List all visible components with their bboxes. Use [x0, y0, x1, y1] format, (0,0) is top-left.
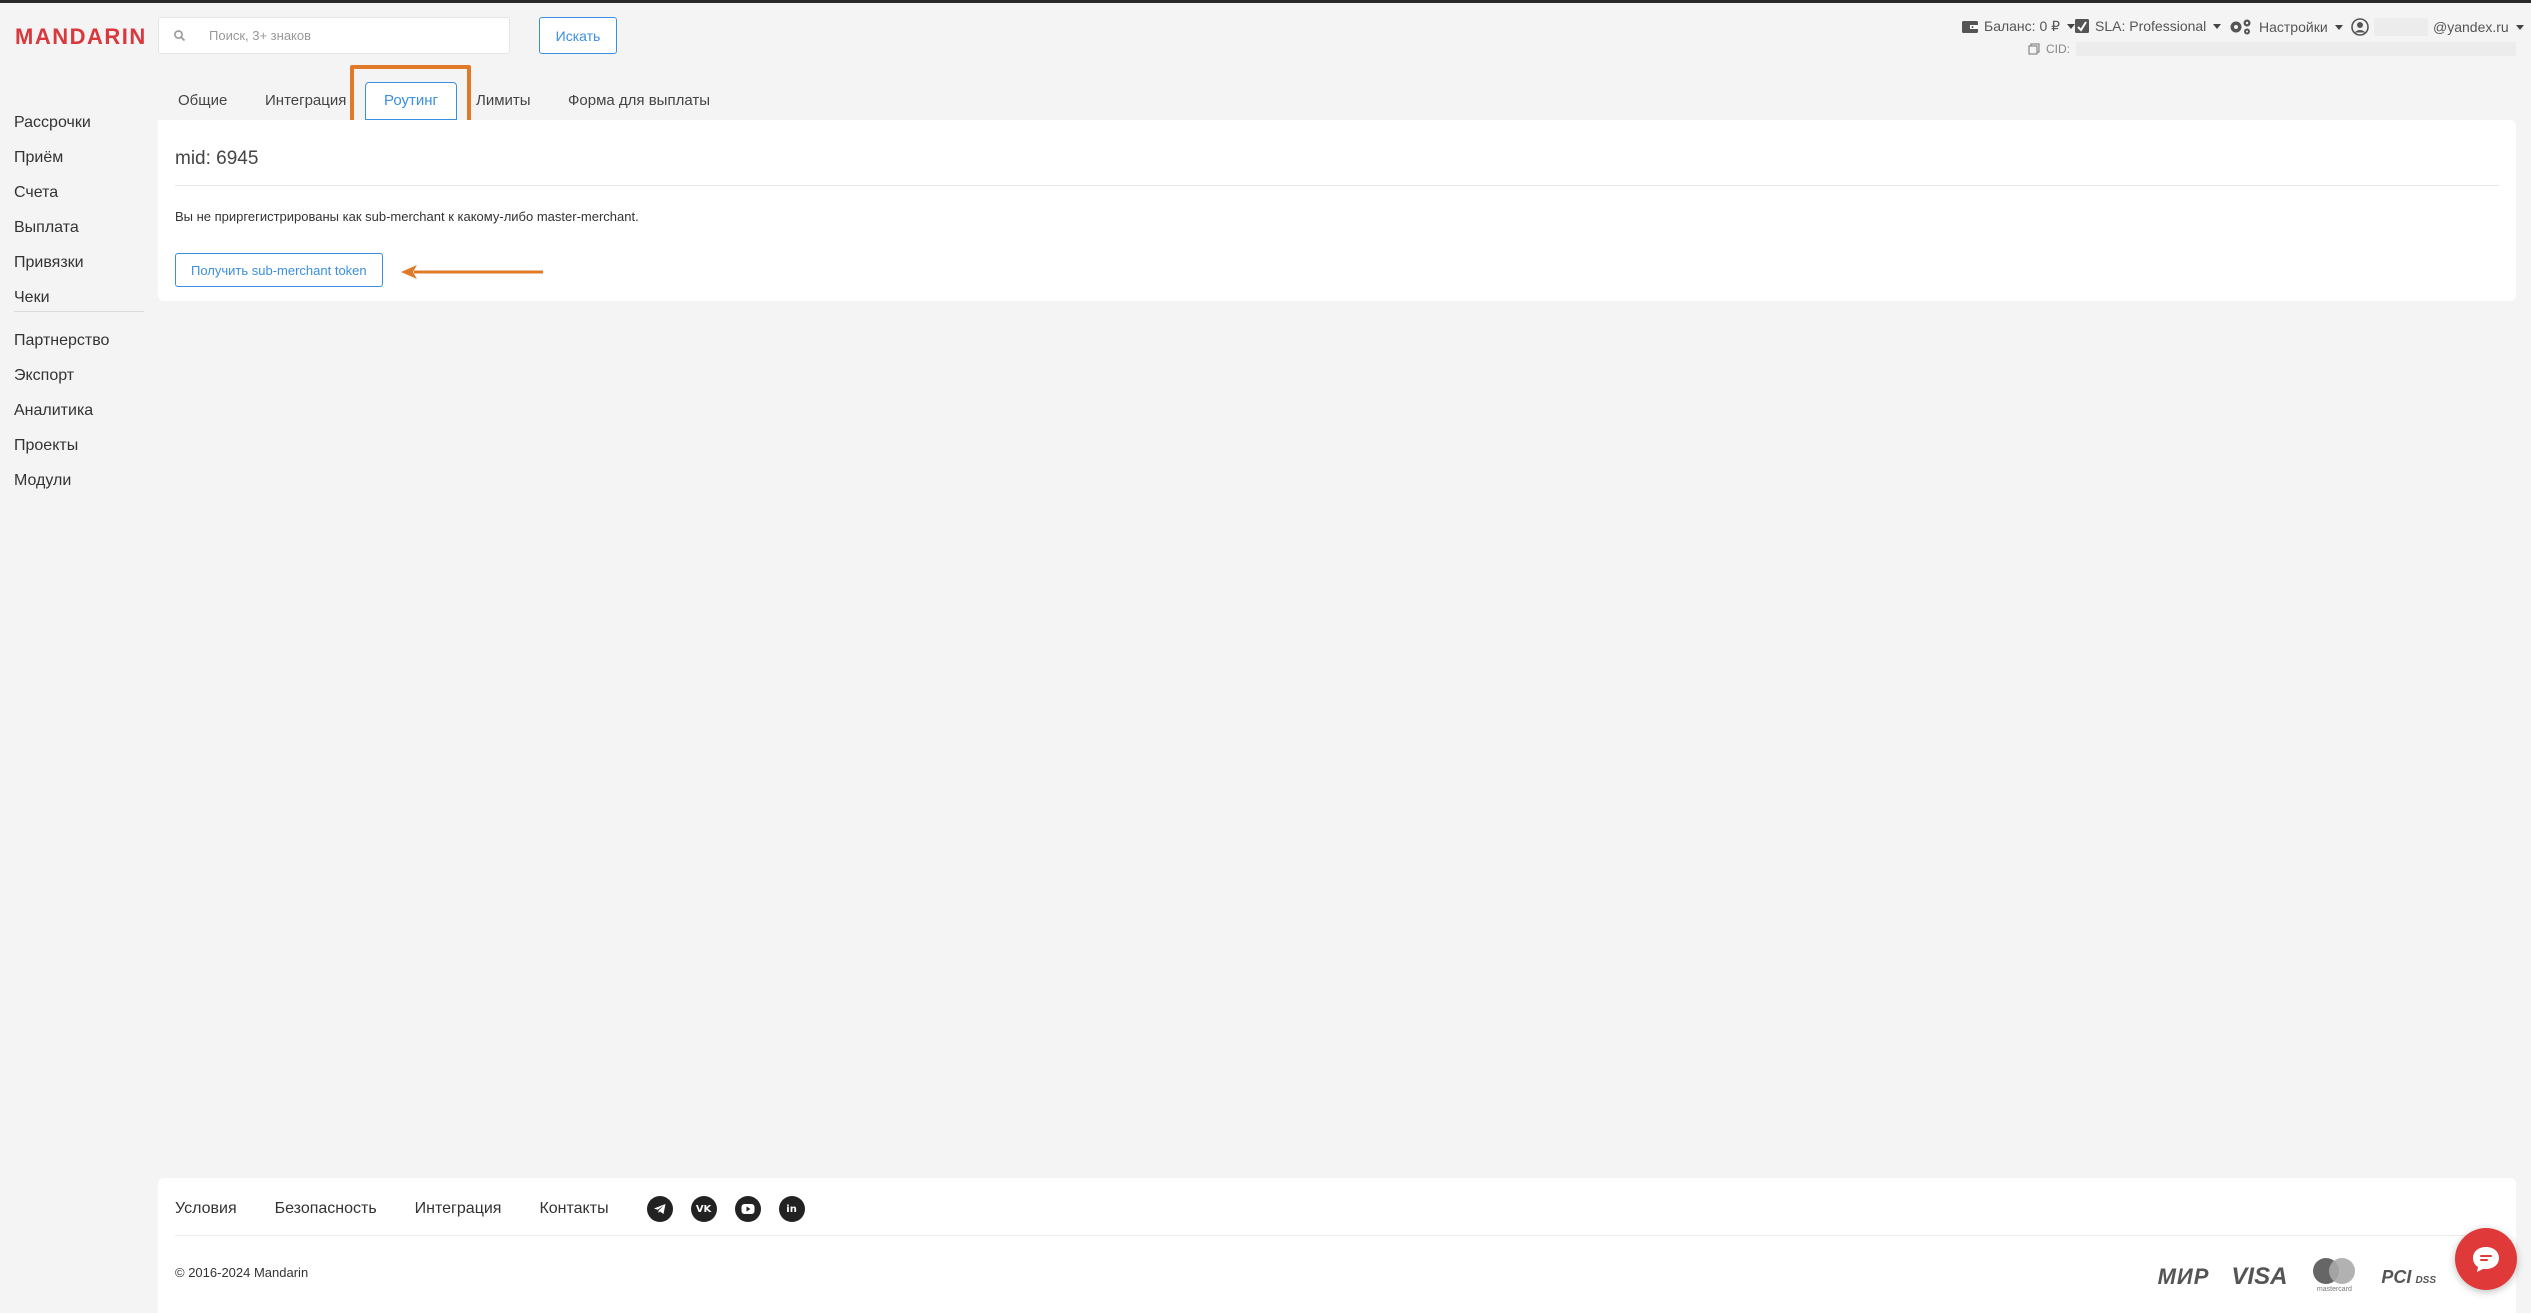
search-button[interactable]: Искать [539, 17, 617, 54]
annotation-arrow-icon [401, 265, 543, 279]
cid-label: CID: [2046, 42, 2070, 56]
chat-bubble-icon [2473, 1247, 2499, 1272]
logo[interactable]: MANDARIN [15, 24, 147, 50]
sidebar-item-partnership[interactable]: Партнерство [14, 330, 144, 365]
youtube-icon[interactable] [734, 1196, 761, 1222]
cid-value-redacted [2076, 42, 2516, 56]
visa-logo: VISA [2231, 1263, 2288, 1290]
get-sub-merchant-token-button[interactable]: Получить sub-merchant token [175, 253, 383, 287]
user-icon [2351, 18, 2369, 36]
payment-logos: МИР VISA mastercard PCI DSS [2158, 1258, 2436, 1296]
footer-link-integration[interactable]: Интеграция [415, 1200, 502, 1218]
sidebar-item-projects[interactable]: Проекты [14, 435, 144, 470]
settings-dropdown[interactable]: Настройки [2228, 18, 2343, 36]
sidebar-item-receipts[interactable]: Чеки [14, 287, 144, 311]
chevron-down-icon [2334, 24, 2343, 30]
tab-limits[interactable]: Лимиты [476, 82, 531, 120]
gears-icon [2230, 19, 2251, 35]
balance-dropdown[interactable]: Баланс: 0 ₽ [1961, 18, 2076, 35]
sla-dropdown[interactable]: SLA: Professional [2074, 18, 2222, 34]
sidebar-item-invoices[interactable]: Счета [14, 182, 144, 217]
footer: Условия Безопасность Интеграция Контакты… [158, 1178, 2516, 1313]
search-icon [174, 30, 186, 42]
sidebar-item-installments[interactable]: Рассрочки [14, 112, 144, 147]
settings-label: Настройки [2259, 19, 2328, 35]
merchant-id: mid: 6945 [175, 148, 259, 169]
tab-payout-form[interactable]: Форма для выплаты [568, 82, 710, 120]
mir-logo: МИР [2157, 1264, 2210, 1289]
sub-merchant-notice: Вы не приргегистрированы как sub-merchan… [175, 209, 639, 224]
sidebar-item-modules[interactable]: Модули [14, 470, 144, 505]
search-box[interactable] [158, 17, 510, 54]
footer-link-security[interactable]: Безопасность [275, 1200, 377, 1218]
footer-divider [175, 1235, 2499, 1236]
chevron-down-icon [2515, 24, 2524, 30]
footer-link-terms[interactable]: Условия [175, 1200, 237, 1218]
user-dropdown[interactable]: @yandex.ru [2351, 18, 2524, 36]
footer-link-contacts[interactable]: Контакты [539, 1200, 608, 1218]
linkedin-icon[interactable]: in [778, 1196, 805, 1222]
telegram-icon[interactable] [646, 1196, 673, 1222]
chevron-down-icon [2213, 23, 2222, 29]
email-suffix: @yandex.ru [2433, 19, 2509, 35]
search-input[interactable] [209, 18, 499, 53]
footer-links: Условия Безопасность Интеграция Контакты… [175, 1196, 805, 1222]
sidebar-item-acquiring[interactable]: Приём [14, 147, 144, 182]
vk-icon[interactable]: VK [690, 1196, 717, 1222]
tab-general[interactable]: Общие [178, 82, 227, 120]
copy-icon[interactable] [2028, 43, 2040, 55]
sidebar: Рассрочки Приём Счета Выплата Привязки Ч… [14, 112, 144, 505]
mastercard-logo: mastercard [2309, 1258, 2359, 1296]
wallet-icon [1962, 20, 1978, 33]
sidebar-item-bindings[interactable]: Привязки [14, 252, 144, 287]
sidebar-item-analytics[interactable]: Аналитика [14, 400, 144, 435]
social-links: VK in [646, 1196, 805, 1222]
chat-button[interactable] [2455, 1228, 2517, 1290]
pci-label: PCI [2381, 1266, 2412, 1287]
cid-row: CID: [2028, 42, 2516, 56]
sla-label: SLA: Professional [2095, 18, 2207, 34]
certificate-icon [2075, 19, 2089, 33]
balance-label: Баланс: 0 ₽ [1984, 18, 2061, 34]
sidebar-item-export[interactable]: Экспорт [14, 365, 144, 400]
tab-integration[interactable]: Интеграция [265, 82, 346, 120]
sidebar-divider [14, 311, 144, 312]
sidebar-item-payouts[interactable]: Выплата [14, 217, 144, 252]
dss-label: DSS [2415, 1274, 2436, 1286]
pci-dss-logo: PCI DSS [2381, 1267, 2436, 1288]
divider [175, 185, 2499, 186]
mastercard-label: mastercard [2316, 1286, 2352, 1293]
copyright: © 2016-2024 Mandarin [175, 1265, 309, 1280]
email-redacted [2374, 18, 2428, 36]
window-top-border [0, 0, 2531, 3]
